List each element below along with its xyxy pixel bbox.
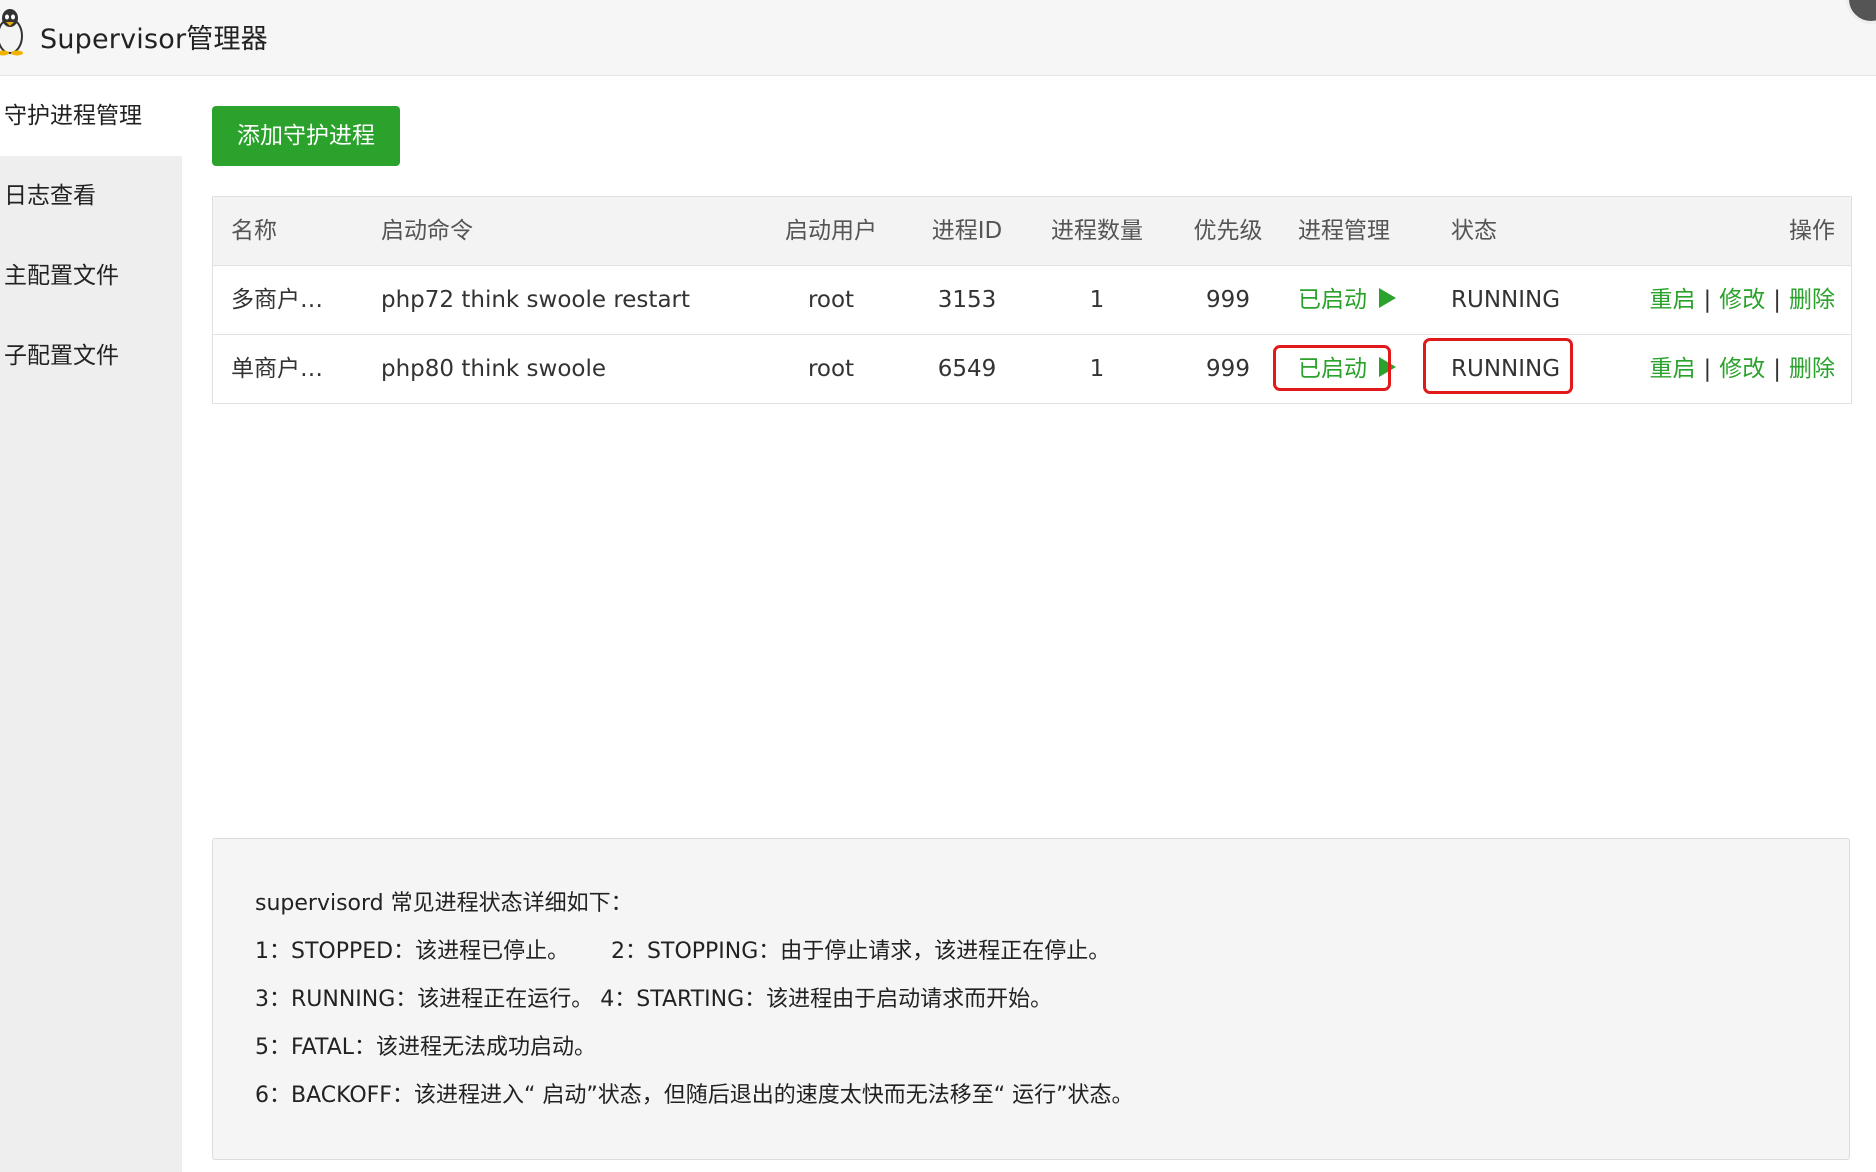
table-row: 单商户… php80 think swoole root 6549 1 999 … — [213, 335, 1851, 403]
status-text: RUNNING — [1451, 287, 1561, 313]
delete-link[interactable]: 删除 — [1789, 287, 1835, 313]
header-name: 名称 — [231, 218, 277, 244]
edit-link[interactable]: 修改 — [1719, 287, 1765, 313]
row-count: 1 — [1089, 287, 1105, 313]
header-priority: 优先级 — [1193, 218, 1263, 244]
header-command: 启动命令 — [381, 218, 473, 244]
header-status: 状态 — [1451, 218, 1497, 244]
info-line: 3：RUNNING：该进程正在运行。 4：STARTING：该进程由于启动请求而… — [255, 987, 1053, 1012]
separator: | — [1773, 287, 1781, 313]
highlight-box-manage — [1273, 345, 1391, 391]
separator: | — [1703, 287, 1712, 313]
separator: | — [1773, 356, 1781, 382]
row-priority: 999 — [1206, 287, 1250, 313]
info-line: 1：STOPPED：该进程已停止。 2：STOPPING：由于停止请求，该进程正… — [255, 939, 1111, 964]
sidebar-item-main-config[interactable]: 主配置文件 — [0, 236, 182, 316]
table-row: 多商户… php72 think swoole restart root 315… — [213, 266, 1851, 335]
row-command: php72 think swoole restart — [381, 287, 691, 313]
row-name: 多商户… — [231, 287, 323, 313]
penguin-icon — [0, 9, 23, 56]
add-daemon-button[interactable]: 添加守护进程 — [212, 106, 400, 166]
row-user: root — [807, 356, 855, 382]
status-info-panel: supervisord 常见进程状态详细如下： 1：STOPPED：该进程已停止… — [212, 838, 1850, 1160]
header-pid: 进程ID — [931, 218, 1003, 244]
sidebar-item-sub-config[interactable]: 子配置文件 — [0, 316, 182, 396]
sidebar: 守护进程管理 日志查看 主配置文件 子配置文件 — [0, 76, 182, 1172]
sidebar-item-log-view[interactable]: 日志查看 — [0, 156, 182, 236]
row-command: php80 think swoole — [381, 356, 607, 382]
started-label: 已启动 — [1298, 287, 1367, 313]
restart-link[interactable]: 重启 — [1650, 287, 1696, 313]
edit-link[interactable]: 修改 — [1719, 356, 1765, 382]
close-icon[interactable] — [1846, 0, 1876, 24]
row-name: 单商户… — [231, 356, 323, 382]
info-line: supervisord 常见进程状态详细如下： — [255, 891, 633, 916]
process-manage-toggle[interactable]: 已启动 — [1298, 266, 1396, 334]
header-manage: 进程管理 — [1298, 218, 1390, 244]
row-actions: 重启 | 修改 | 删除 — [1650, 335, 1836, 403]
row-pid: 6549 — [937, 356, 997, 382]
info-line: 6：BACKOFF：该进程进入“ 启动”状态，但随后退出的速度太快而无法移至“ … — [255, 1083, 1134, 1108]
table-header: 名称 启动命令 启动用户 进程ID 进程数量 优先级 进程管理 状态 操作 — [213, 197, 1851, 266]
delete-link[interactable]: 删除 — [1789, 356, 1835, 382]
row-pid: 3153 — [937, 287, 997, 313]
header-count: 进程数量 — [1051, 218, 1143, 244]
row-priority: 999 — [1206, 356, 1250, 382]
app-title: Supervisor管理器 — [40, 24, 268, 55]
app-header: Supervisor管理器 — [0, 0, 1876, 76]
process-table: 名称 启动命令 启动用户 进程ID 进程数量 优先级 进程管理 状态 操作 多商… — [212, 196, 1852, 404]
play-icon[interactable] — [1379, 288, 1396, 308]
info-line: 5：FATAL：该进程无法成功启动。 — [255, 1035, 597, 1060]
header-ops: 操作 — [1789, 218, 1835, 244]
highlight-box-status — [1423, 338, 1573, 394]
row-user: root — [807, 287, 855, 313]
separator: | — [1703, 356, 1712, 382]
row-count: 1 — [1089, 356, 1105, 382]
header-user: 启动用户 — [785, 218, 877, 244]
restart-link[interactable]: 重启 — [1650, 356, 1696, 382]
row-actions: 重启 | 修改 | 删除 — [1650, 266, 1836, 334]
sidebar-item-process-management[interactable]: 守护进程管理 — [0, 76, 182, 156]
